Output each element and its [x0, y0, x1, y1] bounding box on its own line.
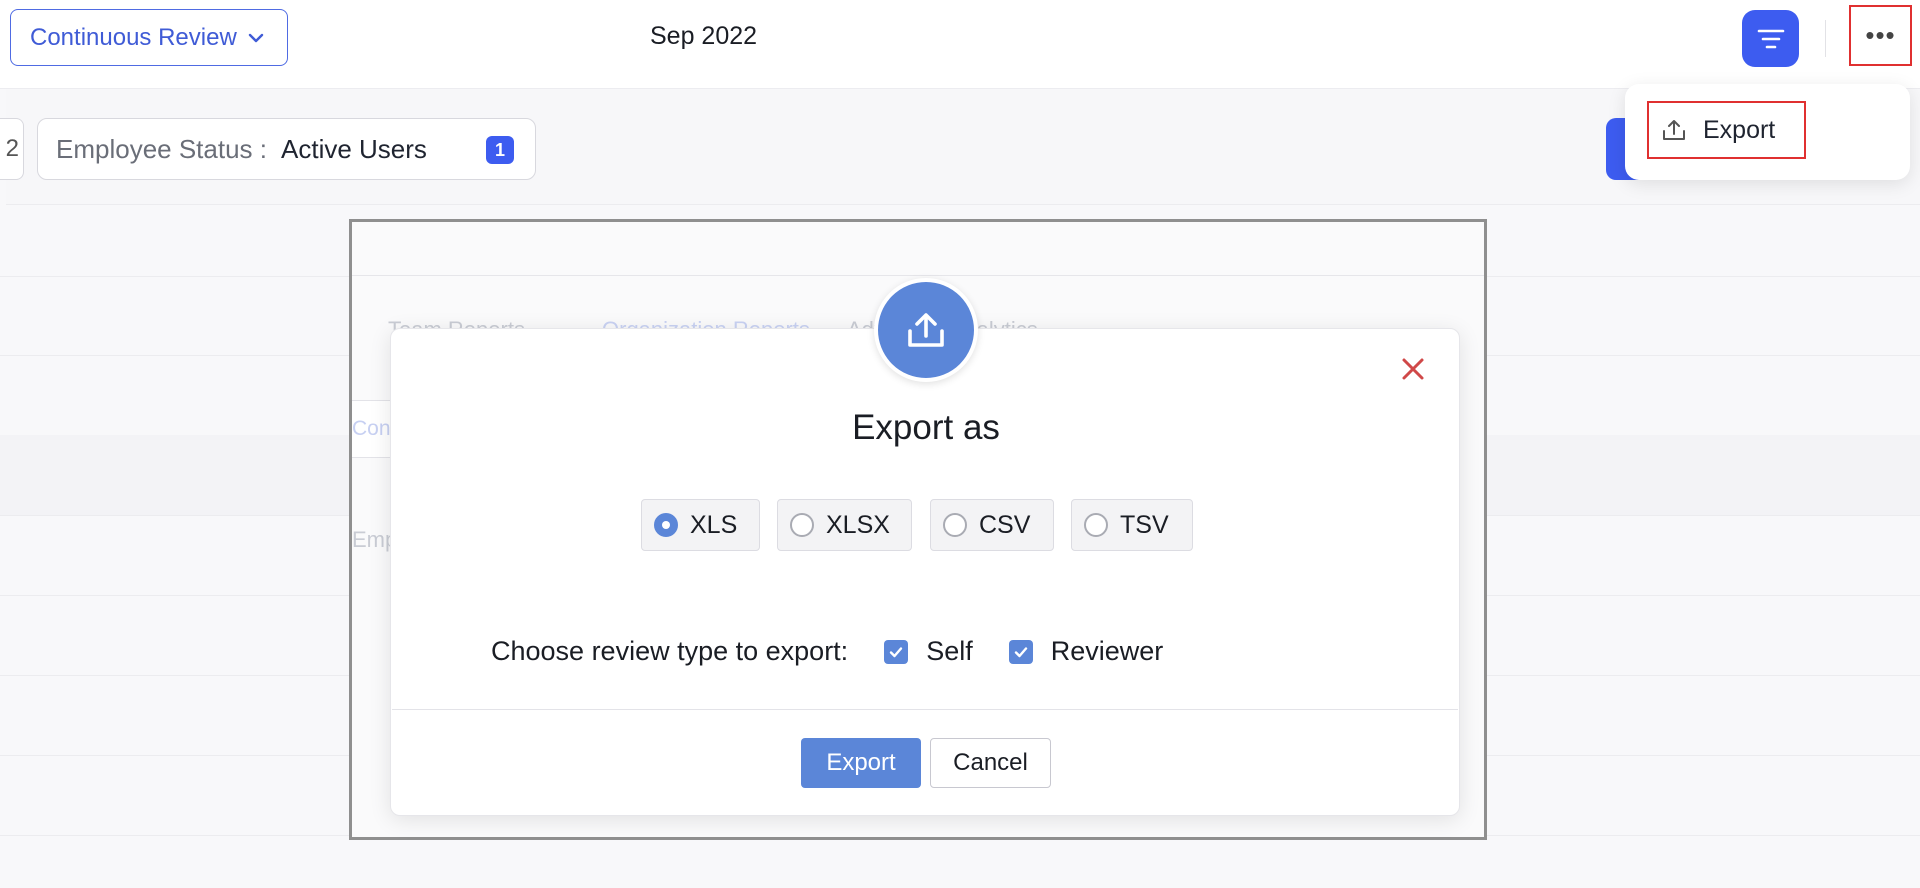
format-option-tsv[interactable]: TSV	[1071, 499, 1193, 551]
review-type-label: Choose review type to export:	[491, 636, 849, 666]
format-option-label: TSV	[1120, 510, 1169, 539]
dialog-footer-divider	[392, 709, 1458, 710]
more-icon: •••	[1865, 20, 1896, 50]
review-type-dropdown-label: Continuous Review	[30, 23, 237, 51]
frame-divider	[352, 275, 1484, 276]
checkbox-self-label[interactable]: Self	[926, 636, 973, 667]
filter-chip-truncated-text: 2	[5, 135, 19, 162]
top-bar: Continuous Review Sep 2022 •••	[0, 0, 1920, 89]
filter-icon	[1757, 29, 1784, 48]
divider	[1825, 20, 1826, 57]
filter-chip-truncated[interactable]: 2	[0, 118, 24, 180]
dialog-title: Export as	[852, 408, 1000, 447]
format-option-label: CSV	[979, 510, 1031, 539]
review-type-row: Choose review type to export: Self Revie…	[491, 636, 1163, 667]
upload-icon	[908, 313, 944, 347]
chevron-down-icon	[248, 33, 263, 42]
filter-count-badge: 1	[486, 136, 514, 164]
menu-item-export-label: Export	[1703, 115, 1776, 144]
radio-selected-icon[interactable]	[654, 513, 678, 537]
close-icon[interactable]	[1398, 354, 1428, 384]
checkmark-icon	[1014, 646, 1027, 657]
radio-unselected-icon[interactable]	[943, 513, 967, 537]
checkbox-reviewer[interactable]	[1008, 639, 1033, 664]
filter-button[interactable]	[1742, 10, 1799, 67]
cancel-button[interactable]: Cancel	[930, 738, 1051, 788]
employee-status-label: Employee Status :	[56, 133, 267, 164]
upload-icon-badge	[874, 278, 978, 382]
format-option-label: XLSX	[826, 510, 890, 539]
export-icon	[1663, 120, 1685, 140]
format-option-csv[interactable]: CSV	[930, 499, 1054, 551]
checkmark-icon	[889, 646, 903, 657]
export-dialog	[390, 328, 1460, 816]
format-option-xlsx[interactable]: XLSX	[777, 499, 912, 551]
employee-status-filter-chip[interactable]: Employee Status : Active Users 1	[37, 118, 536, 180]
radio-unselected-icon[interactable]	[1084, 513, 1108, 537]
format-option-label: XLS	[690, 510, 738, 539]
more-options-menu: Export	[1625, 84, 1910, 180]
period-label: Sep 2022	[650, 22, 758, 50]
export-button[interactable]: Export	[801, 738, 921, 788]
checkbox-reviewer-label[interactable]: Reviewer	[1051, 636, 1164, 667]
employee-status-value: Active Users	[281, 133, 427, 164]
checkbox-self[interactable]	[884, 639, 909, 664]
more-options-button[interactable]: •••	[1849, 5, 1912, 66]
review-type-dropdown[interactable]: Continuous Review	[10, 9, 288, 66]
radio-unselected-icon[interactable]	[790, 513, 814, 537]
menu-item-export[interactable]: Export	[1647, 101, 1806, 159]
format-option-xls[interactable]: XLS	[641, 499, 760, 551]
